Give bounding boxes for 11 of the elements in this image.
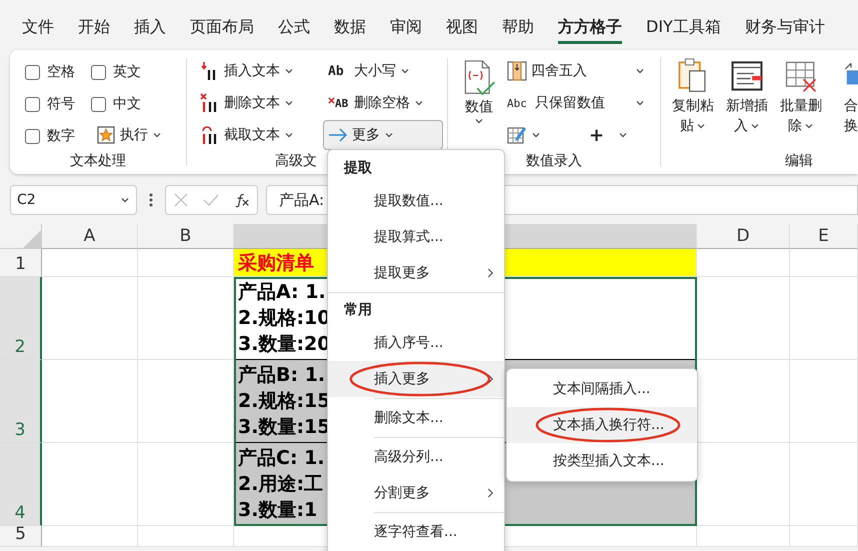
menu-section-title: 提取 bbox=[342, 158, 373, 178]
cell-text: 2.用途:工 bbox=[238, 472, 324, 497]
cell-text: 产品C: 1. bbox=[238, 446, 325, 471]
group-label: 高级文 bbox=[275, 152, 317, 170]
group-label: 文本处理 bbox=[70, 152, 126, 170]
group-label: 数值录入 bbox=[526, 152, 582, 170]
cell-text: 产品A: 1. bbox=[238, 280, 326, 305]
menu-section-title: 常用 bbox=[343, 300, 373, 320]
cell-text: 3.数量:1 bbox=[238, 498, 318, 523]
group-label: 编辑 bbox=[785, 152, 813, 170]
cell-text: 产品B: 1. bbox=[238, 363, 326, 388]
